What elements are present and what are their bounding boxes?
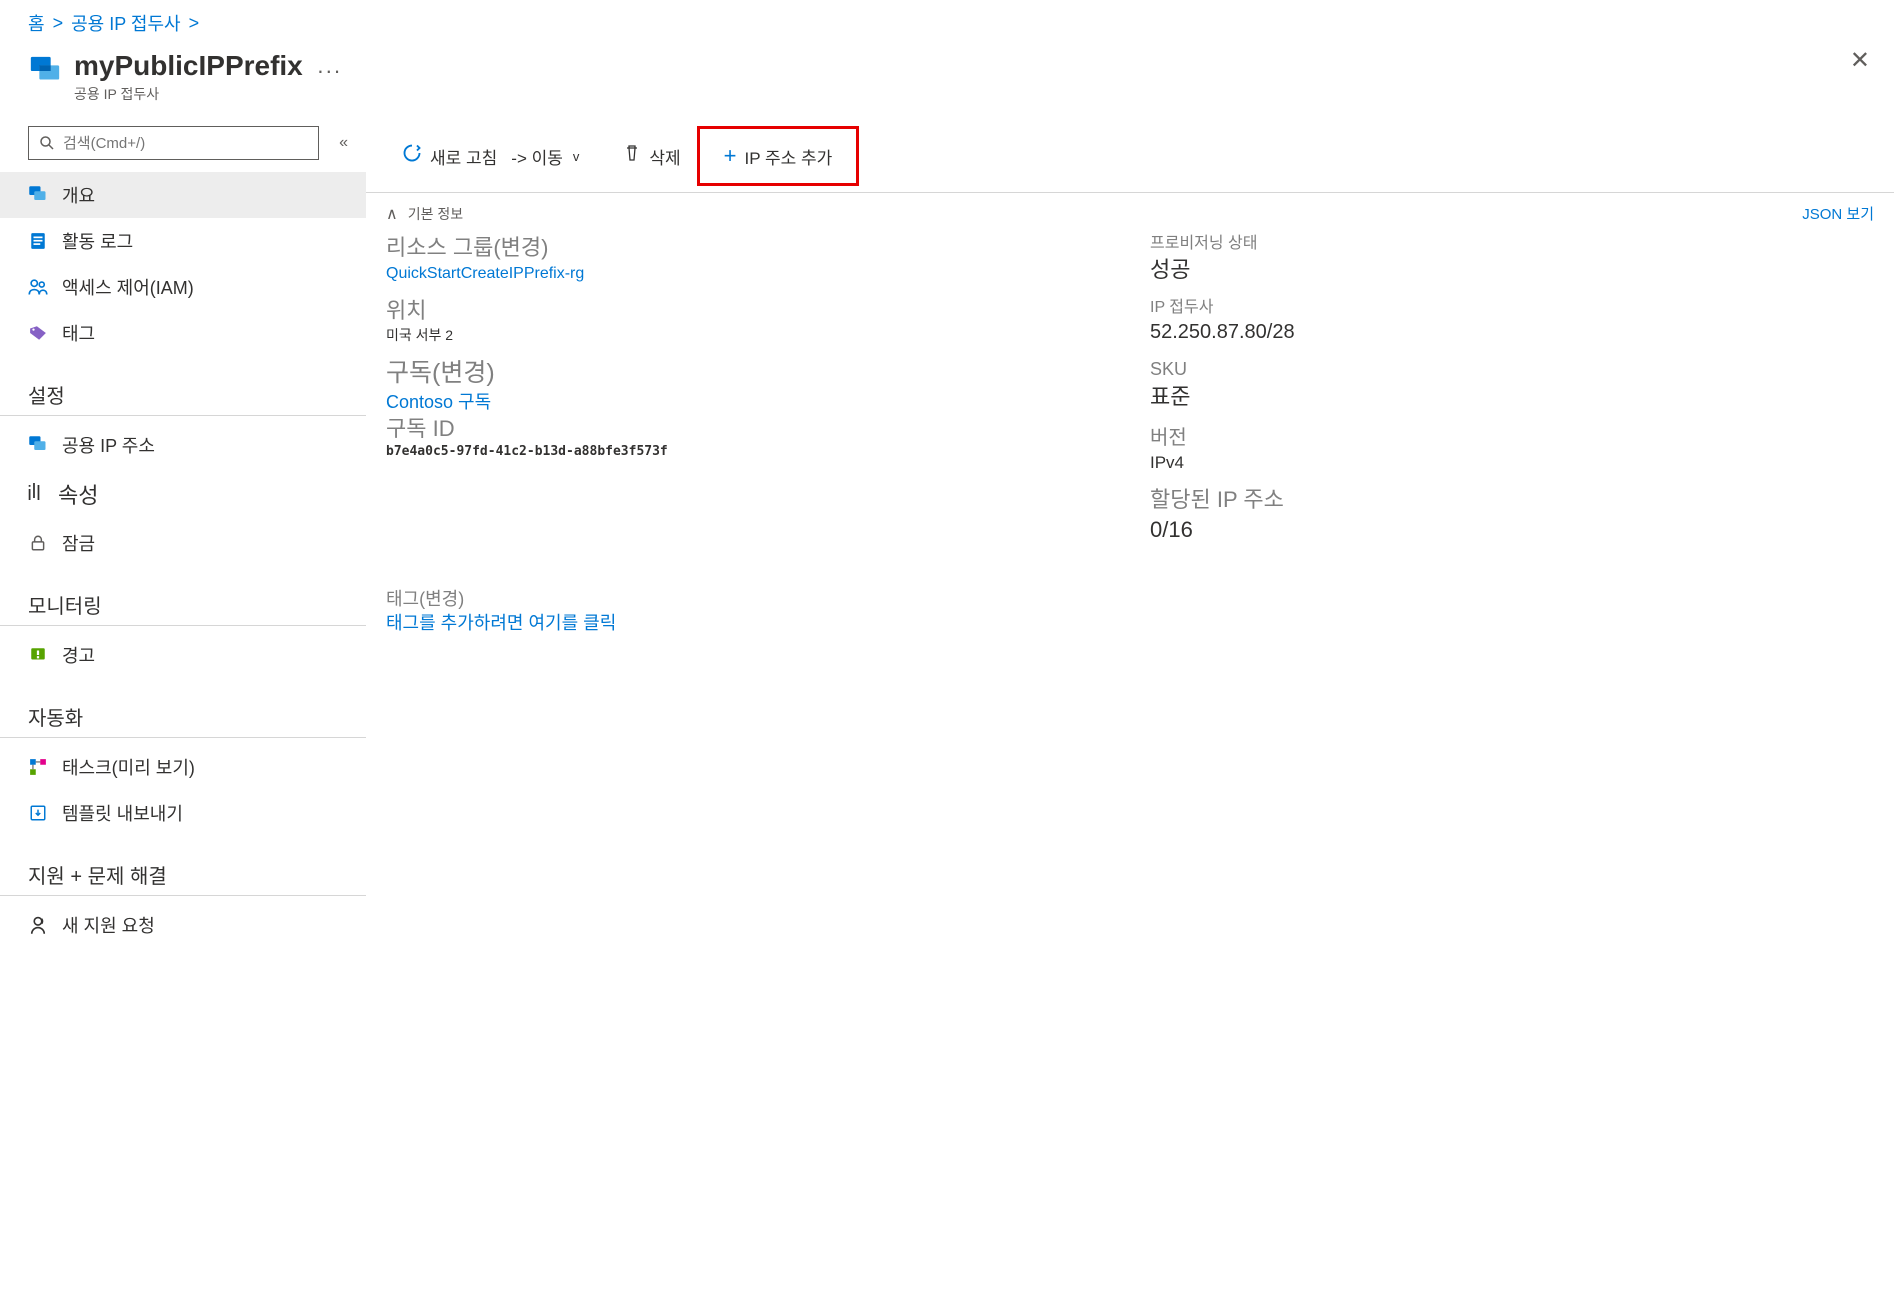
sidebar-item-label: 새 지원 요청 — [62, 912, 155, 938]
sidebar-item-public-ip[interactable]: 공용 IP 주소 — [0, 422, 366, 468]
prop-value-ipprefix: 52.250.87.80/28 — [1150, 318, 1874, 346]
essentials-toggle[interactable]: ∧ 기본 정보 — [386, 204, 463, 224]
properties-icon: ill — [24, 484, 44, 504]
prop-label-sku: SKU — [1150, 358, 1874, 381]
toolbar-label: IP 주소 추가 — [745, 144, 833, 169]
essentials-grid: 리소스 그룹(변경) QuickStartCreateIPPrefix-rg 위… — [366, 234, 1894, 558]
prop-label-allocated: 할당된 IP 주소 — [1150, 486, 1874, 515]
add-ip-button[interactable]: + IP 주소 추가 — [700, 129, 857, 183]
delete-icon — [623, 143, 641, 169]
prop-value-rg[interactable]: QuickStartCreateIPPrefix-rg — [386, 263, 1110, 285]
chevron-up-icon: ∧ — [386, 204, 398, 224]
page-header: myPublicIPPrefix 공용 IP 접두사 ··· ✕ — [0, 46, 1894, 120]
sidebar-item-label: 태그 — [62, 320, 95, 346]
sidebar-item-label: 개요 — [62, 182, 95, 208]
chevron-right-icon: > — [189, 13, 200, 34]
toolbar-label: 새로 고침 — [430, 144, 497, 169]
support-icon — [28, 915, 48, 935]
sidebar: « 개요 활동 로그 액세스 제어(IAM) 태그 설정 — [0, 120, 366, 948]
prop-value-allocated: 0/16 — [1150, 515, 1874, 546]
sidebar-item-label: 액세스 제어(IAM) — [62, 274, 194, 300]
prop-value-sku: 표준 — [1150, 382, 1874, 413]
main-content: 새로 고침 -> 이동 v 삭제 + IP 주소 추가 ∧ 기본 정보 — [366, 120, 1894, 948]
prop-value-version: IPv4 — [1150, 451, 1874, 475]
ip-prefix-icon — [28, 54, 62, 88]
sidebar-section-settings: 설정 — [0, 366, 366, 416]
breadcrumb-home[interactable]: 홈 — [28, 10, 45, 36]
sidebar-item-label: 태스크(미리 보기) — [62, 754, 195, 780]
close-icon[interactable]: ✕ — [1850, 46, 1870, 75]
delete-button[interactable]: 삭제 — [607, 135, 696, 177]
toolbar-label: -> 이동 — [511, 144, 563, 169]
prop-value-sub[interactable]: Contoso 구독 — [386, 390, 1110, 415]
prop-label-provstate: 프로비저닝 상태 — [1150, 234, 1874, 255]
more-menu-icon[interactable]: ··· — [317, 58, 342, 84]
sidebar-item-label: 템플릿 내보내기 — [62, 800, 183, 826]
sidebar-item-label: 활동 로그 — [62, 228, 133, 254]
prop-label-sub: 구독(변경) — [386, 357, 1110, 390]
refresh-button[interactable]: 새로 고침 -> 이동 v — [386, 135, 595, 177]
sidebar-item-new-support[interactable]: 새 지원 요청 — [0, 902, 366, 948]
toolbar: 새로 고침 -> 이동 v 삭제 + IP 주소 추가 — [366, 120, 1894, 193]
export-icon — [28, 803, 48, 823]
log-icon — [28, 231, 48, 251]
sidebar-item-activity-log[interactable]: 활동 로그 — [0, 218, 366, 264]
prop-label-tags: 태그(변경) — [386, 588, 1874, 611]
sidebar-item-iam[interactable]: 액세스 제어(IAM) — [0, 264, 366, 310]
chevron-down-icon: v — [573, 149, 580, 164]
sidebar-item-label: 공용 IP 주소 — [62, 432, 155, 458]
sidebar-item-export-template[interactable]: 템플릿 내보내기 — [0, 790, 366, 836]
prop-value-provstate: 성공 — [1150, 255, 1874, 286]
prop-label-rg: 리소스 그룹(변경) — [386, 234, 1110, 263]
sidebar-item-alerts[interactable]: 경고 — [0, 632, 366, 678]
sidebar-item-overview[interactable]: 개요 — [0, 172, 366, 218]
people-icon — [28, 277, 48, 297]
sidebar-section-support: 지원 + 문제 해결 — [0, 846, 366, 896]
sidebar-item-tags[interactable]: 태그 — [0, 310, 366, 356]
sidebar-item-locks[interactable]: 잠금 — [0, 520, 366, 566]
highlight-annotation: + IP 주소 추가 — [697, 126, 860, 186]
prop-value-subid: b7e4a0c5-97fd-41c2-b13d-a88bfe3f573f — [386, 443, 1110, 461]
prop-label-ipprefix: IP 접두사 — [1150, 298, 1874, 319]
breadcrumb-parent[interactable]: 공용 IP 접두사 — [71, 10, 180, 36]
page-title: myPublicIPPrefix — [74, 50, 303, 82]
sidebar-section-automation: 자동화 — [0, 688, 366, 738]
sidebar-item-tasks[interactable]: 태스크(미리 보기) — [0, 744, 366, 790]
breadcrumb: 홈 > 공용 IP 접두사 > — [0, 0, 1894, 46]
sidebar-item-properties[interactable]: ill 속성 — [0, 468, 366, 520]
tag-icon — [28, 323, 48, 343]
json-view-link[interactable]: JSON 보기 — [1802, 203, 1874, 224]
prop-label-subid: 구독 ID — [386, 415, 1110, 444]
tasks-icon — [28, 757, 48, 777]
refresh-icon — [402, 143, 422, 169]
prop-label-location: 위치 — [386, 297, 1110, 326]
toolbar-label: 삭제 — [649, 144, 680, 169]
sidebar-item-label: 속성 — [58, 478, 98, 510]
lock-icon — [28, 533, 48, 553]
prop-value-tags[interactable]: 태그를 추가하려면 여기를 클릭 — [386, 611, 1874, 636]
ip-prefix-icon — [28, 435, 48, 455]
sidebar-item-label: 경고 — [62, 642, 95, 668]
alert-icon — [28, 645, 48, 665]
ip-prefix-icon — [28, 185, 48, 205]
sidebar-section-monitoring: 모니터링 — [0, 576, 366, 626]
plus-icon: + — [724, 143, 737, 169]
search-icon — [39, 135, 55, 151]
search-field[interactable] — [63, 135, 308, 152]
essentials-label: 기본 정보 — [408, 204, 463, 224]
prop-value-location: 미국 서부 2 — [386, 326, 1110, 346]
page-subtitle: 공용 IP 접두사 — [74, 84, 303, 104]
prop-label-version: 버전 — [1150, 425, 1874, 451]
sidebar-item-label: 잠금 — [62, 530, 95, 556]
chevron-right-icon: > — [53, 13, 64, 34]
search-input[interactable] — [28, 126, 319, 160]
collapse-sidebar-icon[interactable]: « — [335, 130, 352, 156]
